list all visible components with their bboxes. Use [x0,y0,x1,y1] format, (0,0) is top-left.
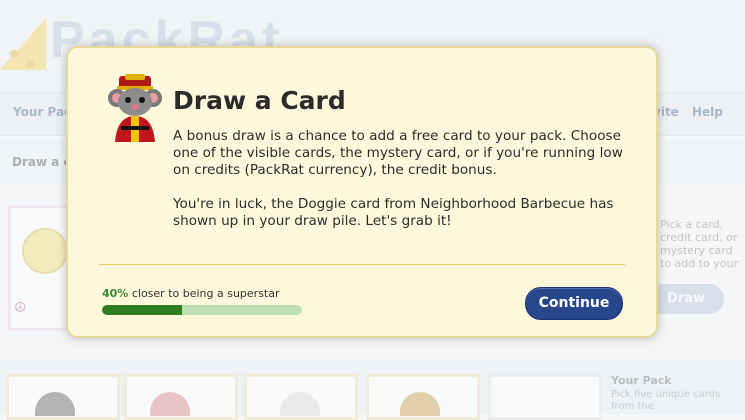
dialog-title: Draw a Card [173,86,346,115]
your-pack-title: Your Pack [611,374,672,387]
dialog-body: A bonus draw is a chance to add a free c… [173,128,643,247]
dialog-paragraph: You're in luck, the Doggie card from Nei… [173,196,614,229]
divider [99,264,625,265]
your-pack-description: Pick five unique cards from the [611,389,721,412]
progress-bar [102,305,302,315]
smiley-icon [22,228,68,274]
progress-text: closer to being a superstar [131,287,280,300]
cheese-hole [26,60,34,68]
card-slot[interactable] [488,374,602,420]
cheese-hole [10,50,18,58]
progress-percent: 40% [102,287,129,300]
draw-card-dialog: Draw a Card A bonus draw is a chance to … [66,46,658,338]
cheese-logo-icon [0,18,46,70]
peace-icon: ☮ [14,300,27,316]
continue-button[interactable]: Continue [525,287,623,320]
nav-item-help[interactable]: Help [692,105,723,119]
rat-emperor-icon [108,74,162,142]
progress-label: 40% closer to being a superstar [102,287,280,300]
dialog-paragraph: A bonus draw is a chance to add a free c… [173,128,623,178]
draw-instructions: Pick a card, credit card, or mystery car… [660,218,739,270]
progress-fill [102,305,182,315]
draw-button[interactable]: Draw [648,284,724,314]
